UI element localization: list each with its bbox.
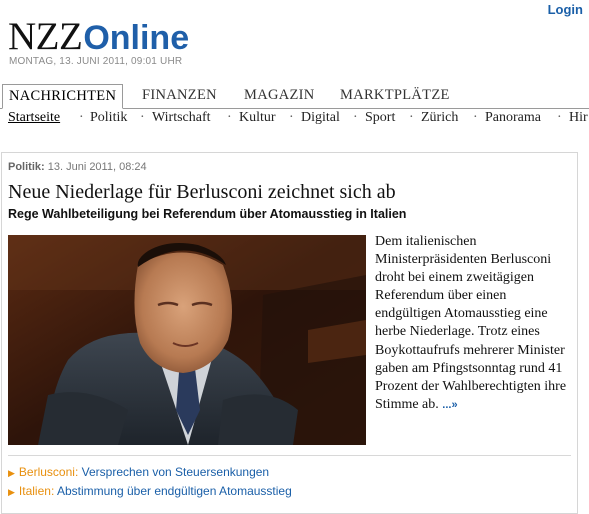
article-body: Dem italienischen Ministerpräsidenten Be… (375, 234, 567, 412)
nav-digital[interactable]: Digital (301, 110, 340, 126)
nav-kultur[interactable]: Kultur (239, 110, 276, 126)
nav-separator: · (353, 110, 358, 125)
bullet-triangle-icon: ▶ (8, 468, 15, 478)
related-title[interactable]: Abstimmung über endgültigen Atomausstieg (57, 484, 292, 498)
nav-hintergrund[interactable]: Hir (569, 110, 588, 126)
nav-panorama[interactable]: Panorama (485, 110, 541, 126)
nav-separator: · (79, 110, 84, 125)
article-photo[interactable] (8, 235, 366, 445)
article-headline[interactable]: Neue Niederlage für Berlusconi zeichnet … (8, 181, 396, 204)
nav-wirtschaft[interactable]: Wirtschaft (152, 110, 211, 126)
nav-politik[interactable]: Politik (90, 110, 127, 126)
nav-separator: · (140, 110, 145, 125)
tab-finanzen[interactable]: FINANZEN (142, 84, 217, 107)
read-more-link[interactable]: ...» (442, 399, 457, 411)
nav-separator: · (473, 110, 478, 125)
related-item[interactable]: ▶ Italien: Abstimmung über endgültigen At… (8, 484, 292, 498)
divider (8, 455, 571, 456)
article-teaser: Dem italienischen Ministerpräsidenten Be… (375, 233, 575, 414)
related-item[interactable]: ▶ Berlusconi: Versprechen von Steuersenku… (8, 465, 269, 479)
tab-nachrichten[interactable]: NACHRICHTEN (2, 84, 124, 109)
nav-separator: · (409, 110, 414, 125)
article-section: Politik: (8, 161, 45, 173)
current-date: MONTAG, 13. JUNI 2011, 09:01 UHR (9, 56, 183, 67)
logo-online-text: Online (83, 19, 190, 57)
nav-separator: · (227, 110, 232, 125)
login-link[interactable]: Login (548, 2, 583, 17)
nav-separator: · (557, 110, 562, 125)
bullet-triangle-icon: ▶ (8, 487, 15, 497)
article-lead: Rege Wahlbeteiligung bei Referendum über… (8, 207, 407, 221)
related-kicker: Italien: (18, 484, 55, 498)
lead-article: Politik: 13. Juni 2011, 08:24 Neue Niede… (1, 152, 578, 514)
logo-nzz-text: NZZ (8, 15, 83, 58)
article-timestamp: 13. Juni 2011, 08:24 (47, 161, 147, 173)
tab-magazin[interactable]: MAGAZIN (244, 84, 315, 107)
tab-marktplaetze[interactable]: MARKTPLÄTZE (340, 84, 450, 107)
nav-zuerich[interactable]: Zürich (421, 110, 458, 126)
section-nav: Startseite · Politik · Wirtschaft · Kult… (0, 110, 589, 132)
related-title[interactable]: Versprechen von Steuersenkungen (82, 465, 269, 479)
nzz-online-logo[interactable]: NZZOnline (8, 14, 190, 58)
article-meta: Politik: 13. Juni 2011, 08:24 (8, 161, 147, 173)
related-kicker: Berlusconi: (18, 465, 79, 479)
main-tabs: NACHRICHTEN FINANZEN MAGAZIN MARKTPLÄTZE (0, 84, 589, 109)
nav-separator: · (289, 110, 294, 125)
nav-sport[interactable]: Sport (365, 110, 395, 126)
nav-startseite[interactable]: Startseite (8, 110, 60, 126)
portrait-photo-icon (8, 235, 366, 445)
